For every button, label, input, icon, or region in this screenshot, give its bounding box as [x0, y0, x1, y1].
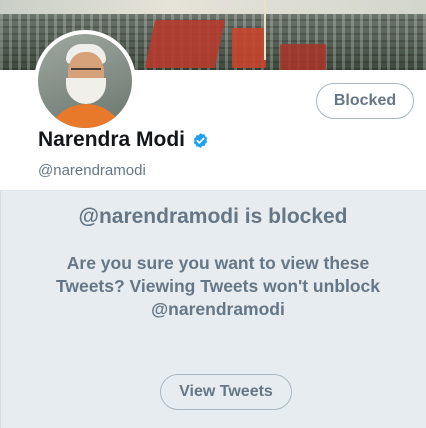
banner-decoration — [280, 44, 326, 70]
avatar-detail — [66, 78, 106, 104]
blocked-notice-title: @narendramodi is blocked — [78, 205, 348, 228]
banner-decoration — [144, 20, 226, 68]
banner-decoration — [232, 28, 266, 68]
profile-name: Narendra Modi — [38, 128, 186, 151]
blocked-notice-body: Are you sure you want to view these Twee… — [55, 253, 381, 319]
avatar-detail — [71, 68, 101, 75]
profile-name-row: Narendra Modi — [38, 128, 209, 152]
blocked-button[interactable]: Blocked — [316, 83, 414, 119]
view-tweets-button[interactable]: View Tweets — [160, 374, 292, 410]
profile-avatar[interactable] — [34, 30, 136, 132]
profile-handle: @narendramodi — [38, 162, 146, 179]
banner-decoration — [264, 0, 266, 60]
verified-badge-icon — [192, 132, 209, 149]
